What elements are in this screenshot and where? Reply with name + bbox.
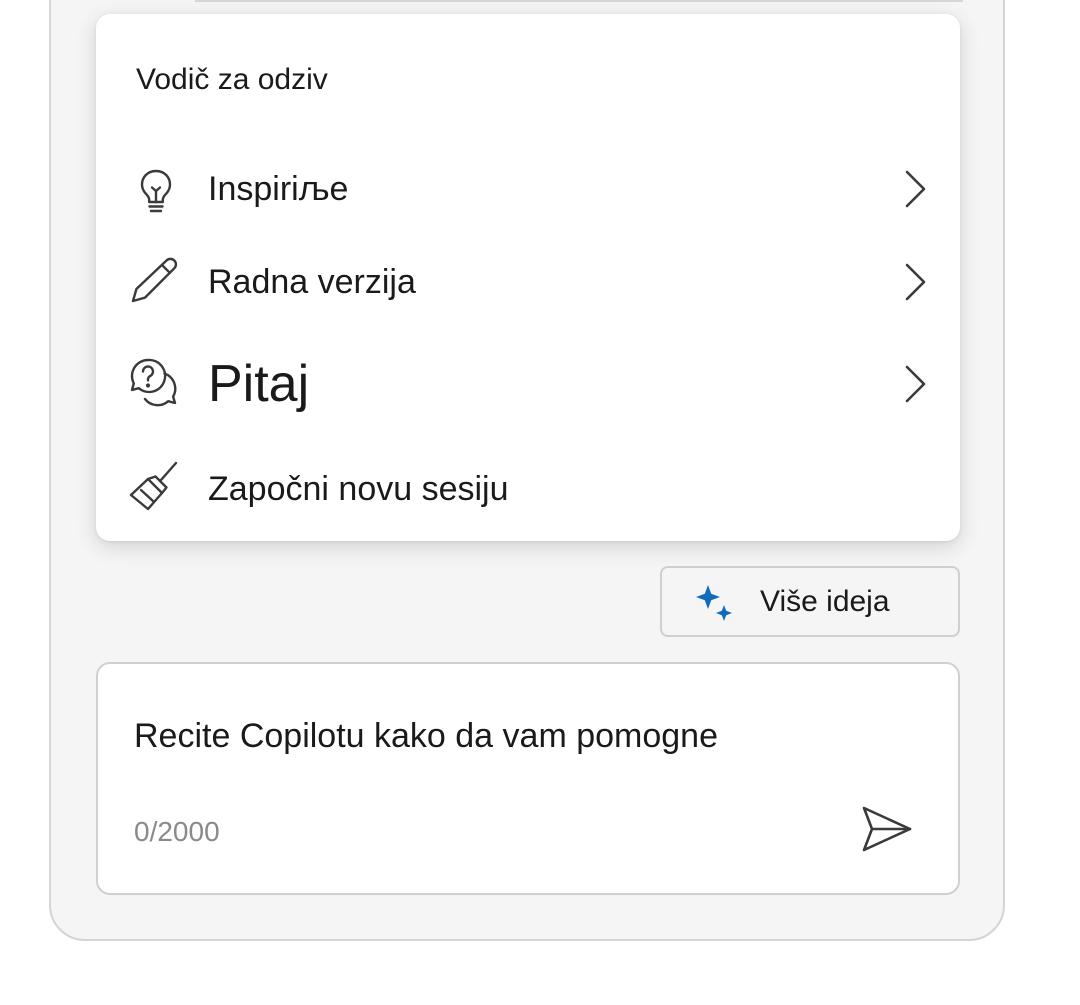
broom-icon: [129, 461, 178, 511]
lightbulb-icon: [140, 169, 172, 213]
pencil-icon: [131, 257, 178, 303]
chevron-right-icon: [905, 263, 926, 301]
prompt-placeholder[interactable]: Recite Copilotu kako da vam pomogne: [134, 716, 718, 756]
menu-item-label: Pitaj: [208, 355, 310, 413]
more-ideas-label: Više ideja: [760, 585, 890, 618]
chat-composer[interactable]: Recite Copilotu kako da vam pomogne 0/20…: [96, 662, 960, 895]
background-card: [195, 0, 963, 2]
chevron-right-icon: [905, 170, 926, 208]
chat-question-icon: [130, 358, 177, 407]
menu-item-ask[interactable]: Pitaj: [96, 339, 960, 429]
menu-item-inspire[interactable]: Inspiriљe: [96, 144, 960, 234]
menu-header: Vodič za odziv: [136, 63, 328, 96]
character-counter: 0/2000: [134, 816, 220, 847]
chevron-right-icon: [905, 365, 926, 403]
sparkle-icon: [696, 585, 732, 621]
menu-item-draft[interactable]: Radna verzija: [96, 237, 960, 327]
send-icon[interactable]: [860, 804, 914, 854]
menu-item-label: Inspiriљe: [208, 170, 349, 208]
response-guide-menu: Vodič za odziv Inspiriљe Radna verzija P…: [96, 14, 960, 541]
more-ideas-button[interactable]: Više ideja: [660, 566, 960, 637]
menu-item-label: Radna verzija: [208, 263, 416, 301]
menu-item-new-session[interactable]: Započni novu sesiju: [96, 444, 960, 534]
menu-item-label: Započni novu sesiju: [208, 470, 509, 508]
